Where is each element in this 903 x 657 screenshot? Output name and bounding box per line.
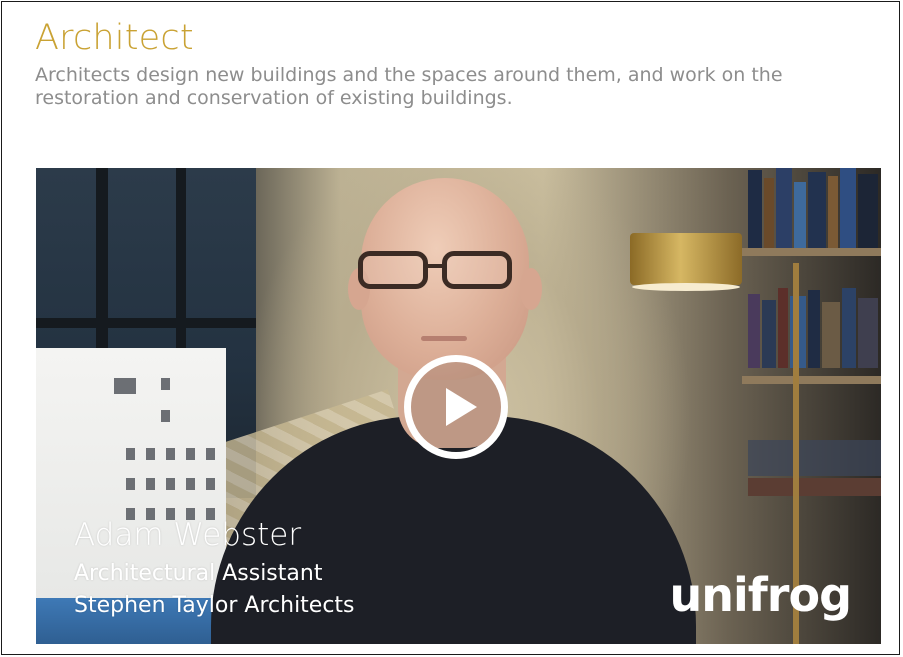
career-description: Architects design new buildings and the … [35, 64, 783, 109]
play-button[interactable] [404, 355, 508, 459]
person-mouth [421, 336, 467, 341]
lamp-shade [630, 233, 742, 285]
person-ear-right [520, 268, 542, 310]
caption-name: Adam Webster [74, 517, 302, 553]
unifrog-logo: unifrog [669, 568, 852, 622]
glasses-lens-left [358, 251, 428, 289]
career-title: Architect [35, 18, 194, 58]
video-player[interactable]: Adam Webster Architectural Assistant Ste… [36, 168, 881, 644]
lamp-light [632, 283, 740, 291]
career-card: Architect Architects design new building… [1, 1, 900, 655]
glasses-lens-right [442, 251, 512, 289]
caption-role: Architectural Assistant [74, 561, 323, 586]
play-icon [446, 388, 477, 426]
caption-company: Stephen Taylor Architects [74, 593, 355, 618]
glasses-bridge [426, 264, 442, 268]
